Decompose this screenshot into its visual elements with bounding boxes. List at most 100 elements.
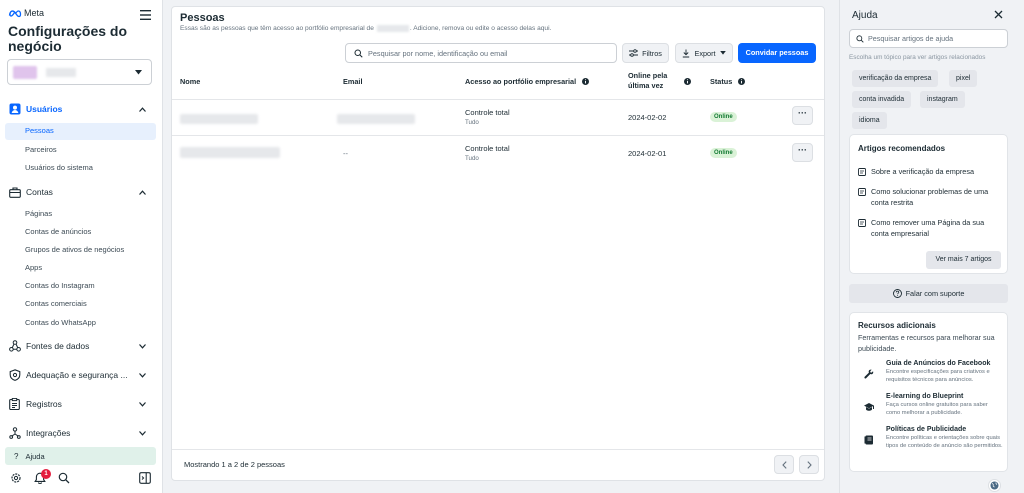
nav-contas-label: Contas — [26, 187, 53, 197]
column-header-email[interactable]: Email — [343, 77, 362, 86]
info-icon — [684, 78, 691, 85]
people-panel: Pessoas Essas são as pessoas que têm ace… — [171, 6, 825, 481]
person-email-redacted — [337, 114, 415, 124]
row-email: -- — [343, 149, 348, 158]
download-icon — [683, 49, 690, 57]
nav-contas-comerciais[interactable]: Contas comerciais — [25, 299, 87, 308]
column-header-last-online[interactable]: Online pela última vez — [628, 71, 678, 91]
prev-page-button[interactable] — [774, 455, 794, 474]
nav-adequacao-seguranca[interactable]: Adequação e segurança ... — [0, 368, 163, 382]
article-icon — [858, 168, 866, 176]
chevron-down-icon — [139, 343, 146, 349]
nav-usuarios-sistema[interactable]: Usuários do sistema — [25, 163, 93, 172]
integrations-icon — [9, 427, 21, 439]
search-icon — [354, 48, 363, 58]
graduation-cap-icon — [864, 403, 874, 411]
users-icon — [9, 103, 21, 115]
filters-button[interactable]: Filtros — [622, 43, 669, 63]
nav-grupos-ativos[interactable]: Grupos de ativos de negócios — [25, 245, 124, 254]
column-header-access[interactable]: Acesso ao portfólio empresarial — [465, 77, 590, 86]
business-selector[interactable] — [7, 59, 152, 85]
article-icon — [858, 188, 866, 196]
caret-down-icon — [719, 51, 726, 55]
resource-description: Faça cursos online gratuitos para saber … — [886, 402, 988, 416]
nav-adequacao-label: Adequação e segurança ... — [26, 370, 128, 380]
people-search-input[interactable]: Pesquisar por nome, identificação ou ema… — [345, 43, 617, 63]
column-header-access-label: Acesso ao portfólio empresarial — [465, 77, 577, 86]
article-link[interactable]: Sobre a verificação da empresa — [858, 166, 1003, 177]
column-header-name[interactable]: Nome — [180, 77, 200, 86]
chevron-down-icon — [139, 372, 146, 378]
nav-contas-anuncios[interactable]: Contas de anúncios — [25, 227, 91, 236]
nav-usuarios[interactable]: Usuários — [0, 102, 163, 116]
sidebar-title: Configurações do negócio — [8, 23, 128, 54]
see-more-articles-button[interactable]: Ver mais 7 artigos — [926, 251, 1001, 269]
article-link[interactable]: Como remover uma Página da sua conta emp… — [858, 217, 1003, 239]
nav-parceiros[interactable]: Parceiros — [25, 145, 57, 154]
toggle-panel-icon[interactable] — [139, 472, 151, 484]
nav-integracoes-label: Integrações — [26, 428, 71, 438]
next-page-button[interactable] — [799, 455, 819, 474]
row-access: Controle total — [465, 144, 510, 153]
sidebar-help-button[interactable]: ? Ajuda — [5, 447, 156, 465]
article-title: Como remover uma Página da sua conta emp… — [871, 218, 985, 238]
resource-title: Guia de Anúncios do Facebook — [886, 360, 991, 367]
row-last-online: 2024-02-01 — [628, 149, 667, 158]
meta-logo[interactable]: Meta — [8, 8, 44, 18]
topic-chip[interactable]: idioma — [852, 112, 887, 129]
sidebar-help-label: Ajuda — [25, 451, 45, 461]
contact-support-button[interactable]: Falar com suporte — [849, 284, 1008, 303]
export-button[interactable]: Export — [675, 43, 733, 63]
sidebar: Meta Configurações do negócio Usuários P… — [0, 0, 163, 493]
nav-usuarios-label: Usuários — [26, 104, 63, 114]
nav-pessoas[interactable]: Pessoas — [25, 126, 54, 135]
person-name-redacted — [180, 114, 258, 124]
column-header-status[interactable]: Status — [710, 77, 746, 86]
topic-chip[interactable]: conta invadida — [852, 91, 912, 108]
business-avatar — [13, 66, 37, 79]
table-row[interactable]: -- Controle total Tudo 2024-02-01 Online… — [172, 136, 824, 173]
search-icon[interactable] — [58, 472, 70, 484]
language-globe-icon[interactable] — [988, 479, 1001, 492]
resources-subtitle: Ferramentas e recursos para melhorar sua… — [858, 333, 995, 353]
row-more-button[interactable]: ··· — [792, 106, 813, 125]
pagination-summary: Mostrando 1 a 2 de 2 pessoas — [184, 460, 285, 469]
help-search-input[interactable]: Pesquisar artigos de ajuda — [849, 29, 1008, 48]
info-icon — [582, 78, 590, 85]
page-subtitle: Essas são as pessoas que têm acesso ao p… — [180, 25, 551, 32]
nav-contas-instagram[interactable]: Contas do Instagram — [25, 281, 95, 290]
nav-contas[interactable]: Contas — [0, 185, 163, 199]
nav-apps[interactable]: Apps — [25, 263, 42, 272]
chevron-right-icon — [806, 460, 812, 469]
resource-link[interactable]: Guia de Anúncios do Facebook Encontre es… — [858, 360, 1003, 384]
collapse-menu-icon[interactable] — [140, 10, 151, 20]
nav-integracoes[interactable]: Integrações — [0, 426, 163, 440]
topic-chip[interactable]: instagram — [920, 91, 965, 108]
row-more-button[interactable]: ··· — [792, 143, 813, 162]
resource-description: Encontre especificações para criativos e… — [886, 369, 990, 383]
row-access: Controle total — [465, 108, 510, 117]
policy-book-icon — [864, 435, 873, 445]
resource-link[interactable]: E-learning do Blueprint Faça cursos onli… — [858, 393, 1003, 417]
nav-contas-whatsapp[interactable]: Contas do WhatsApp — [25, 318, 96, 327]
close-icon[interactable] — [994, 10, 1003, 19]
settings-gear-icon[interactable] — [10, 472, 22, 484]
help-topic-hint: Escolha um tópico para ver artigos relac… — [849, 54, 986, 61]
article-link[interactable]: Como solucionar problemas de uma conta r… — [858, 186, 1003, 208]
topic-chip[interactable]: verificação da empresa — [852, 70, 939, 87]
page-subtitle-before: Essas são as pessoas que têm acesso ao p… — [180, 25, 374, 32]
resource-link[interactable]: Políticas de Publicidade Encontre políti… — [858, 426, 1003, 450]
notification-count-badge: 1 — [41, 469, 51, 479]
article-title: Sobre a verificação da empresa — [871, 167, 975, 176]
help-question-icon: ? — [14, 451, 19, 461]
nav-fontes-dados[interactable]: Fontes de dados — [0, 339, 163, 353]
table-row[interactable]: Controle total Tudo 2024-02-02 Online ··… — [172, 100, 824, 137]
data-sources-icon — [9, 340, 21, 352]
footer-divider — [172, 449, 824, 450]
nav-registros[interactable]: Registros — [0, 397, 163, 411]
nav-paginas[interactable]: Páginas — [25, 209, 52, 218]
topic-chip[interactable]: pixel — [949, 70, 978, 87]
invite-people-button[interactable]: Convidar pessoas — [738, 43, 816, 63]
row-access-sub: Tudo — [465, 155, 479, 162]
caret-down-icon — [135, 70, 142, 75]
